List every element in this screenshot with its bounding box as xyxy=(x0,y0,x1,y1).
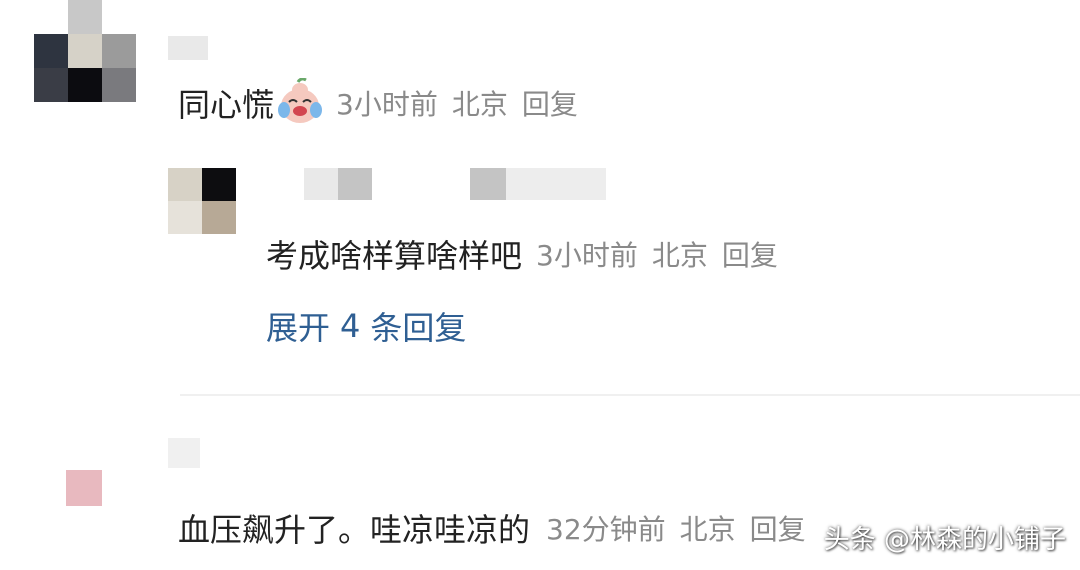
username-blurred[interactable] xyxy=(168,438,200,468)
laughing-crying-face-icon xyxy=(278,78,323,123)
expand-count: 4 xyxy=(340,307,361,345)
comment-text: 同心慌 xyxy=(178,86,275,124)
username-blurred xyxy=(470,168,506,200)
expand-replies-link[interactable]: 展开 4 条回复 xyxy=(266,302,476,350)
avatar-pixelated[interactable] xyxy=(34,0,136,102)
reply-text: 考成啥样算啥样吧 xyxy=(266,237,523,275)
comment-time: 32分钟前 xyxy=(546,513,666,546)
reply-button[interactable]: 回复 xyxy=(750,513,806,546)
username-blurred xyxy=(338,168,372,200)
comment-time: 3小时前 xyxy=(336,88,438,121)
watermark: 头条 @林森的小铺子 xyxy=(823,525,1066,555)
comment-row: 血压飙升了。哇凉哇凉的 32分钟前 北京 回复 xyxy=(178,502,820,554)
reply-row: 考成啥样算啥样吧 3小时前 北京 回复 xyxy=(266,230,792,278)
avatar-pixelated[interactable] xyxy=(66,470,102,506)
reply-button[interactable]: 回复 xyxy=(522,88,578,121)
comment-location: 北京 xyxy=(679,513,736,546)
expand-suffix: 条回复 xyxy=(370,309,467,347)
comment-meta: 3小时前 北京 回复 xyxy=(336,83,592,123)
username-blurred[interactable] xyxy=(168,36,208,60)
reply-location: 北京 xyxy=(651,239,708,272)
comment-row: 同心慌 3小时前 北京 回复 xyxy=(178,78,592,128)
reply-time: 3小时前 xyxy=(536,239,638,272)
comment-location: 北京 xyxy=(451,88,508,121)
comment-text: 血压飙升了。哇凉哇凉的 xyxy=(178,511,531,549)
reply-button[interactable]: 回复 xyxy=(722,239,778,272)
avatar-pixelated[interactable] xyxy=(168,168,236,234)
reply-meta: 3小时前 北京 回复 xyxy=(536,234,792,274)
comment-meta: 32分钟前 北京 回复 xyxy=(546,508,820,548)
expand-prefix: 展开 xyxy=(266,309,331,347)
comment-divider xyxy=(180,394,1080,396)
